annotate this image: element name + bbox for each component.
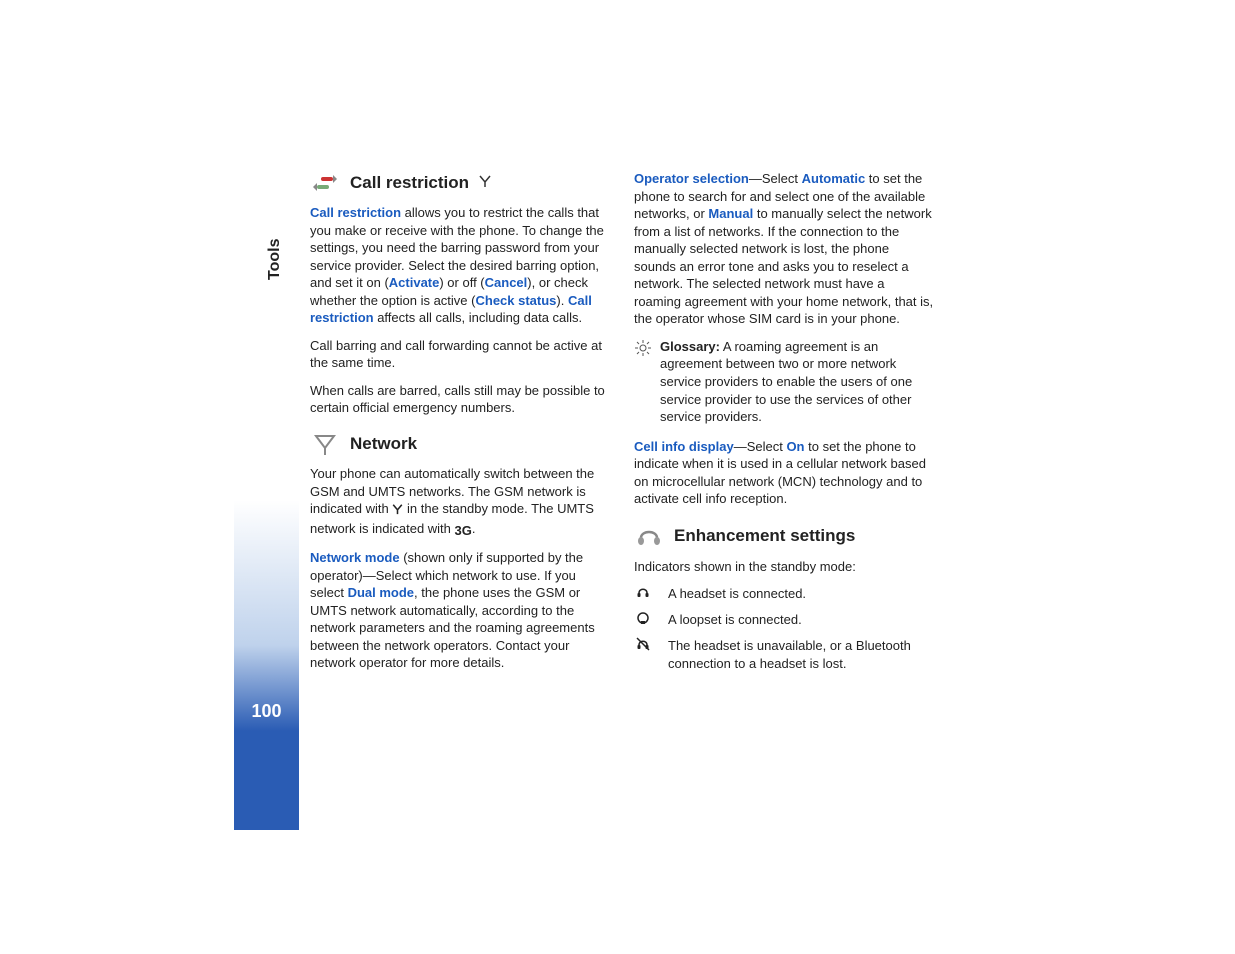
page-number: 100 [234,701,299,722]
left-column: Call restriction Call restriction allows… [310,170,610,682]
heading-network: Network [310,431,610,457]
section-label: Tools [266,239,284,280]
indicator-text: A headset is connected. [668,585,806,603]
barring-forwarding-note: Call barring and call forwarding cannot … [310,337,610,372]
antenna-icon [392,502,403,520]
glossary-text: Glossary: A roaming agreement is an agre… [660,338,934,426]
glossary-box: Glossary: A roaming agreement is an agre… [634,338,934,426]
indicator-list: A headset is connected. A loopset is con… [634,585,934,672]
link-manual: Manual [708,206,753,221]
content-columns: Call restriction Call restriction allows… [310,170,1235,682]
heading-text: Network [350,433,417,456]
link-dual-mode: Dual mode [348,585,414,600]
network-mode-desc: Network mode (shown only if supported by… [310,549,610,672]
antenna-icon [479,174,491,193]
3g-icon: 3G [455,522,472,540]
loopset-connected-icon [634,611,652,629]
link-on: On [786,439,804,454]
indicator-text: A loopset is connected. [668,611,802,629]
link-operator-selection: Operator selection [634,171,749,186]
heading-text: Enhancement settings [674,525,855,548]
operator-selection-desc: Operator selection—Select Automatic to s… [634,170,934,328]
heading-enhancement-settings: Enhancement settings [634,524,934,550]
link-call-restriction: Call restriction [310,205,401,220]
call-restriction-icon [310,170,340,196]
link-automatic: Automatic [802,171,866,186]
headset-unavailable-icon [634,637,652,672]
network-icon [310,431,340,457]
heading-text: Call restriction [350,172,469,195]
headset-connected-icon [634,585,652,603]
glossary-icon [634,338,652,426]
network-desc: Your phone can automatically switch betw… [310,465,610,539]
indicator-row: A headset is connected. [634,585,934,603]
link-cancel: Cancel [485,275,528,290]
link-check-status: Check status [475,293,556,308]
indicators-intro: Indicators shown in the standby mode: [634,558,934,576]
indicator-row: A loopset is connected. [634,611,934,629]
call-restriction-desc: Call restriction allows you to restrict … [310,204,610,327]
indicator-row: The headset is unavailable, or a Bluetoo… [634,637,934,672]
heading-call-restriction: Call restriction [310,170,610,196]
link-activate: Activate [389,275,440,290]
sidebar: Tools 100 [234,170,299,830]
headset-icon [634,524,664,550]
indicator-text: The headset is unavailable, or a Bluetoo… [668,637,934,672]
emergency-note: When calls are barred, calls still may b… [310,382,610,417]
link-cell-info-display: Cell info display [634,439,734,454]
manual-page: Tools 100 Call restriction [235,170,1235,870]
right-column: Operator selection—Select Automatic to s… [634,170,934,682]
cell-info-desc: Cell info display—Select On to set the p… [634,438,934,508]
glossary-label: Glossary: [660,339,720,354]
link-network-mode: Network mode [310,550,400,565]
